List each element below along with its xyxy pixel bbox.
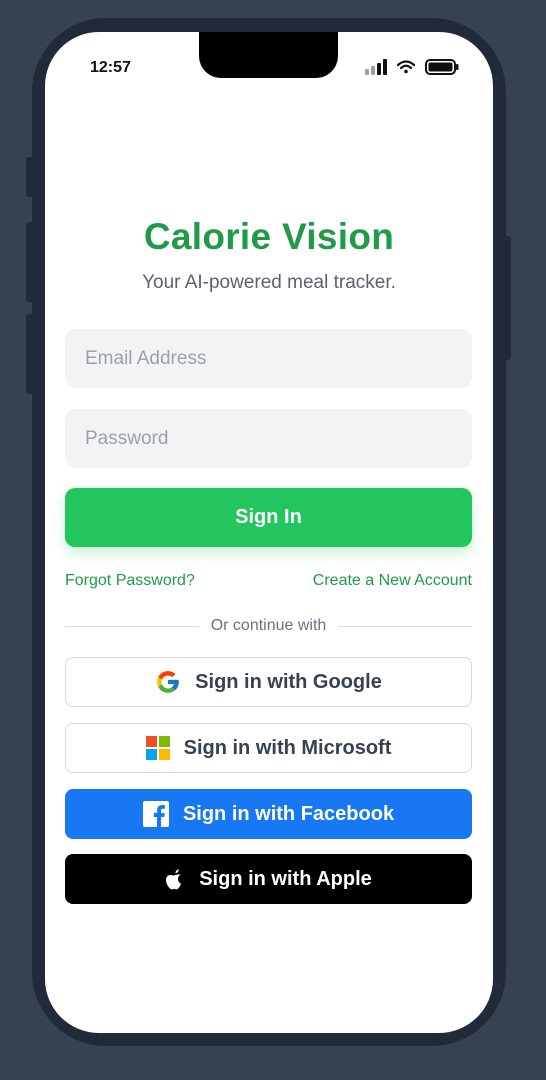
app-title: Calorie Vision bbox=[143, 216, 395, 257]
divider-text: Or continue with bbox=[210, 617, 327, 634]
divider-line-left bbox=[65, 625, 199, 627]
divider: Or continue with bbox=[65, 616, 473, 636]
dynamic-island bbox=[199, 32, 338, 78]
microsoft-sign-in-button[interactable]: Sign in with Microsoft bbox=[65, 723, 472, 773]
page-background: 12:57 Calorie Vision Your AI-powered mea… bbox=[0, 0, 546, 1080]
battery-icon bbox=[425, 59, 459, 75]
app-subtitle: Your AI-powered meal tracker. bbox=[142, 272, 396, 293]
google-button-label: Sign in with Google bbox=[195, 670, 382, 693]
phone-screen: 12:57 Calorie Vision Your AI-powered mea… bbox=[45, 32, 493, 1033]
status-icons bbox=[365, 59, 459, 75]
facebook-button-label: Sign in with Facebook bbox=[182, 802, 395, 825]
signal-icon bbox=[365, 59, 387, 75]
create-account-link[interactable]: Create a New Account bbox=[313, 572, 472, 590]
status-time: 12:57 bbox=[90, 59, 131, 76]
forgot-password-link[interactable]: Forgot Password? bbox=[65, 572, 195, 590]
wifi-icon bbox=[397, 60, 415, 74]
microsoft-icon bbox=[145, 736, 170, 760]
google-sign-in-button[interactable]: Sign in with Google bbox=[65, 657, 472, 707]
email-field[interactable] bbox=[65, 329, 472, 388]
password-field[interactable] bbox=[65, 409, 472, 468]
facebook-icon bbox=[142, 801, 169, 827]
apple-button-label: Sign in with Apple bbox=[199, 867, 372, 890]
apple-sign-in-button[interactable]: Sign in with Apple bbox=[65, 854, 472, 904]
divider-line-right bbox=[338, 625, 473, 627]
apple-icon bbox=[165, 868, 185, 890]
sign-in-button-label: Sign In bbox=[235, 506, 302, 528]
facebook-sign-in-button[interactable]: Sign in with Facebook bbox=[65, 789, 472, 839]
microsoft-button-label: Sign in with Microsoft bbox=[183, 736, 392, 759]
sign-in-button[interactable]: Sign In bbox=[65, 488, 472, 547]
google-icon bbox=[155, 669, 181, 695]
